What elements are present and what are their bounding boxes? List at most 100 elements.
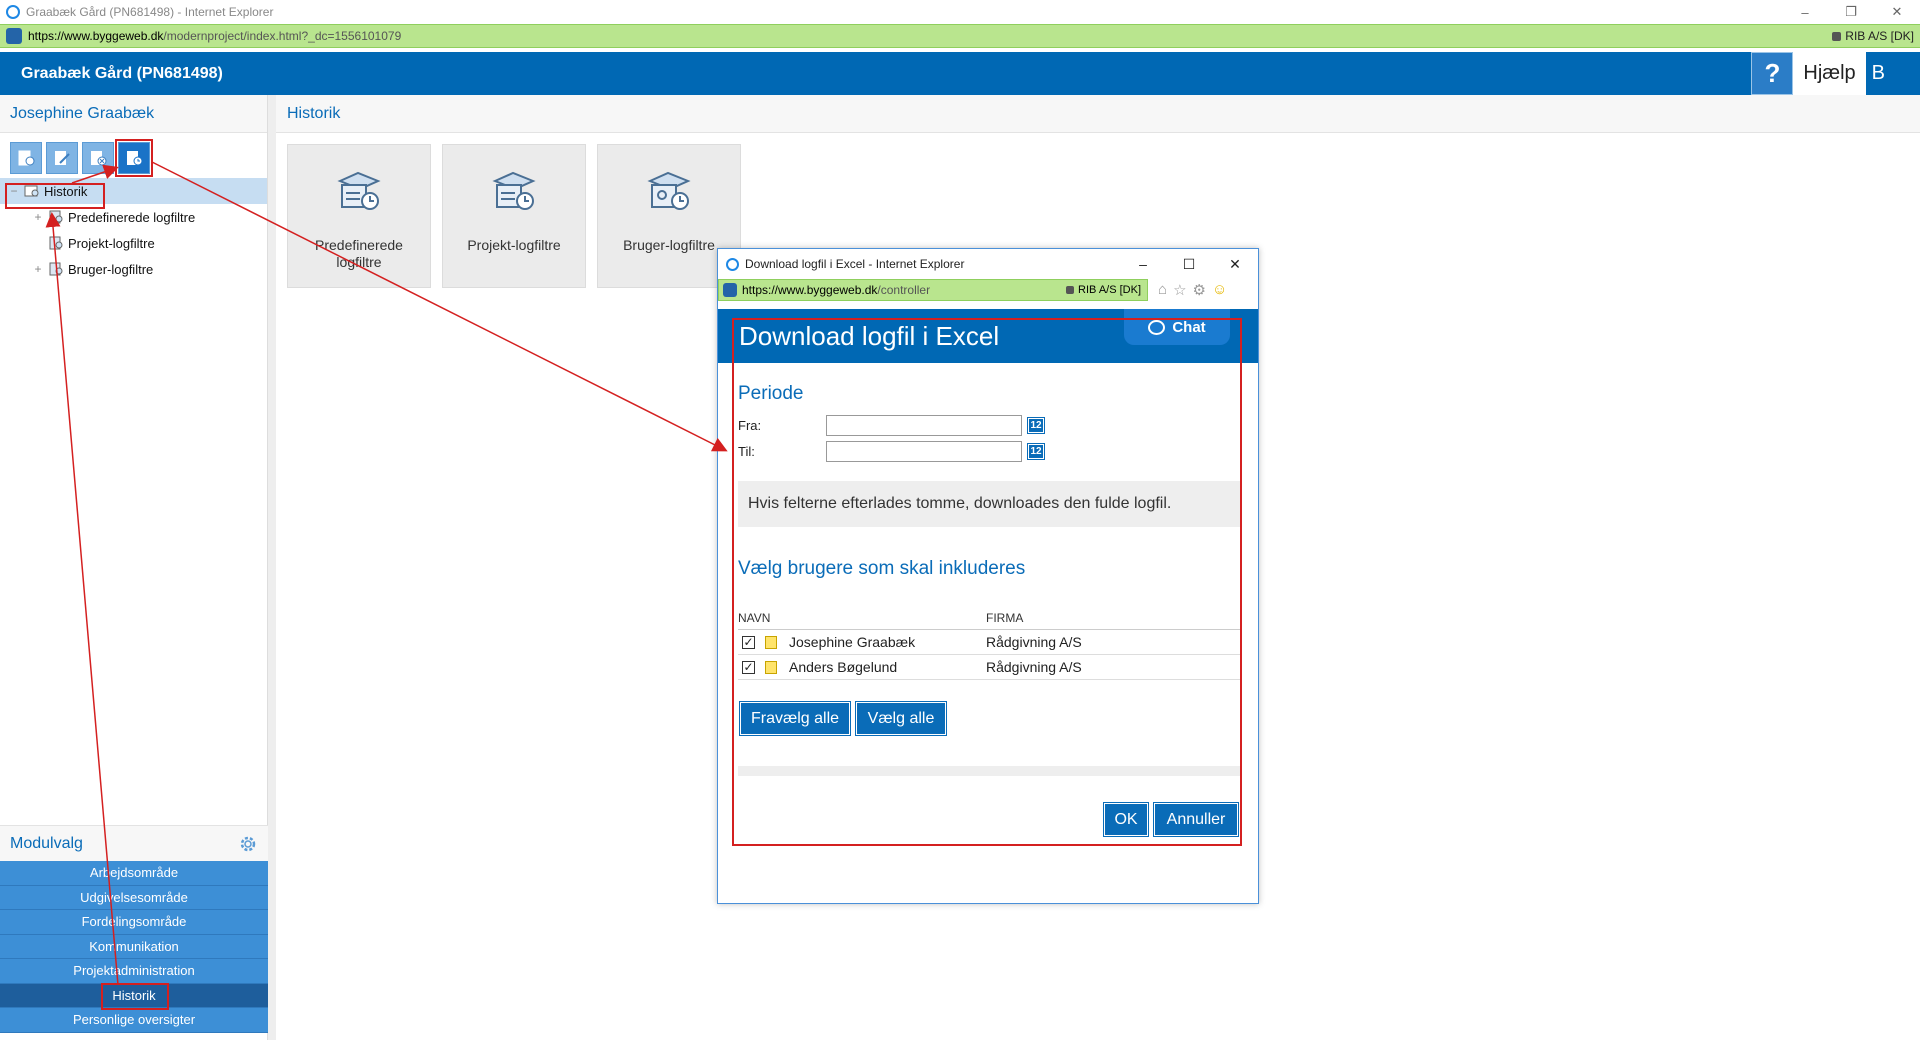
restore-button[interactable]: ❐	[1828, 0, 1874, 24]
collapse-icon[interactable]: −	[8, 184, 20, 198]
tile-label: Projekt-logfiltre	[467, 237, 561, 253]
chat-button[interactable]: Chat	[1124, 309, 1230, 345]
to-row: Til: 12	[738, 438, 1240, 464]
security-indicator[interactable]: RIB A/S [DK]	[1832, 29, 1914, 43]
selection-buttons: Fravælg alle Vælg alle	[738, 701, 1240, 736]
pen-doc-button[interactable]	[46, 142, 78, 174]
settings-icon[interactable]: ⚙	[1193, 281, 1206, 299]
popup-maximize-button[interactable]: ☐	[1166, 249, 1212, 279]
header-trailing-text: B	[1871, 62, 1885, 84]
from-date-input[interactable]	[826, 414, 1022, 436]
minimize-button[interactable]: –	[1782, 0, 1828, 24]
project-title: Graabæk Gård (PN681498)	[21, 64, 223, 82]
expand-icon[interactable]: +	[32, 210, 44, 224]
tree-node-label: Predefinerede logfiltre	[68, 209, 196, 225]
user-name-text: Josephine Graabæk	[789, 634, 916, 650]
address-bar[interactable]: https://www.byggeweb.dk /modernproject/i…	[0, 24, 1920, 48]
popup-minimize-button[interactable]: –	[1120, 249, 1166, 279]
history-doc-icon	[127, 151, 143, 166]
popup-titlebar: Download logfil i Excel - Internet Explo…	[718, 249, 1258, 279]
pen-doc-icon	[55, 151, 70, 165]
expand-icon[interactable]: +	[32, 262, 44, 276]
calendar-icon[interactable]: 12	[1027, 442, 1045, 460]
tile-label: Bruger-logfiltre	[623, 237, 715, 253]
module-panel-title: Modulvalg	[0, 825, 268, 861]
url-path: /modernproject/index.html?_dc=1556101079	[163, 29, 402, 43]
user-checkbox[interactable]: ✓	[742, 660, 755, 674]
gear-icon[interactable]	[238, 834, 258, 854]
url-host: https://www.byggeweb.dk	[28, 29, 164, 43]
help-button[interactable]: Hjælp	[1793, 52, 1866, 95]
user-icon	[765, 635, 777, 649]
user-company-cell: Rådgivning A/S	[986, 634, 1082, 650]
tree-node-projekt[interactable]: Projekt-logfiltre	[0, 230, 267, 256]
popup-url-path: /controller	[877, 283, 931, 297]
window-title: Graabæk Gård (PN681498) - Internet Explo…	[26, 5, 274, 19]
tile-projekt-logfiltre[interactable]: Projekt-logfiltre	[442, 144, 586, 288]
ie-icon	[6, 5, 20, 19]
table-header: NAVN FIRMA	[738, 606, 1240, 630]
browser-titlebar: Graabæk Gård (PN681498) - Internet Explo…	[0, 0, 1920, 24]
to-date-input[interactable]	[826, 440, 1022, 462]
dialog-header: Download logfil i Excel Chat	[718, 309, 1258, 363]
dialog-body: Periode Fra: 12 Til: 12 Hvis felterne ef…	[738, 363, 1240, 776]
from-label: Fra:	[738, 417, 762, 433]
module-button-kommunikation[interactable]: Kommunikation	[0, 934, 268, 959]
close-button[interactable]: ✕	[1874, 0, 1920, 24]
module-button-personlige-oversigter[interactable]: Personlige oversigter	[0, 1008, 268, 1033]
tree-node-label: Projekt-logfiltre	[68, 235, 155, 251]
certificate-label: RIB A/S [DK]	[1845, 29, 1914, 43]
module-button-udgivelsesomraade[interactable]: Udgivelsesområde	[0, 885, 268, 910]
dialog-title: Download logfil i Excel	[739, 320, 1000, 351]
user-filter-icon	[647, 171, 691, 210]
module-button-fordelingsomraade[interactable]: Fordelingsområde	[0, 910, 268, 935]
divider-bar	[738, 766, 1240, 776]
deselect-all-button[interactable]: Fravælg alle	[739, 701, 851, 736]
popup-certificate-label: RIB A/S [DK]	[1078, 284, 1141, 296]
tree-node-bruger[interactable]: + Bruger-logfiltre	[0, 256, 267, 282]
calendar-icon[interactable]: 12	[1027, 416, 1045, 434]
module-button-projektadministration[interactable]: Projektadministration	[0, 959, 268, 984]
left-panel: Josephine Graabæk − Historik + Predefine…	[0, 95, 268, 1040]
select-all-button[interactable]: Vælg alle	[855, 701, 947, 736]
popup-address-bar[interactable]: https://www.byggeweb.dk /controller RIB …	[718, 279, 1148, 301]
user-name: Josephine Graabæk	[0, 95, 267, 133]
history-doc-button[interactable]	[115, 139, 153, 177]
users-table: NAVN FIRMA ✓ Josephine Graabæk Rådgivnin…	[738, 606, 1240, 680]
tile-predefinerede-logfiltre[interactable]: Predefinerede logfiltre	[287, 144, 431, 288]
gear-doc-button[interactable]	[10, 142, 42, 174]
site-logo-icon	[723, 283, 737, 297]
popup-security-indicator[interactable]: RIB A/S [DK]	[1066, 284, 1141, 296]
column-header-name: NAVN	[738, 610, 771, 625]
popup-address-row: https://www.byggeweb.dk /controller RIB …	[718, 279, 1258, 301]
user-company-cell: Rådgivning A/S	[986, 659, 1082, 675]
app-header: Graabæk Gård (PN681498) ? Hjælp B	[0, 52, 1920, 95]
window-controls: – ❐ ✕	[1782, 0, 1920, 24]
cancel-button[interactable]: Annuller	[1153, 802, 1239, 837]
panel-splitter[interactable]	[268, 95, 276, 1040]
table-row[interactable]: ✓ Josephine Graabæk Rådgivning A/S	[738, 630, 1240, 655]
users-title: Vælg brugere som skal inkluderes	[738, 558, 1026, 579]
tree-node-label: Historik	[44, 183, 88, 199]
cancel-doc-button[interactable]	[82, 142, 114, 174]
filter-node-icon	[49, 236, 63, 250]
column-header-company: FIRMA	[986, 610, 1024, 625]
site-logo-icon	[6, 28, 22, 44]
user-checkbox[interactable]: ✓	[742, 635, 755, 649]
table-row[interactable]: ✓ Anders Bøgelund Rådgivning A/S	[738, 655, 1240, 680]
help-area: ? Hjælp B	[1751, 52, 1885, 95]
smiley-icon[interactable]: ☺	[1212, 281, 1227, 299]
module-button-historik[interactable]: Historik	[0, 983, 268, 1008]
ok-button[interactable]: OK	[1103, 802, 1149, 837]
star-icon[interactable]: ☆	[1173, 281, 1186, 299]
lock-icon	[1066, 286, 1075, 294]
gear-doc-icon	[18, 150, 35, 166]
main-title: Historik	[276, 95, 1920, 133]
tree-node-predefinerede[interactable]: + Predefinerede logfiltre	[0, 204, 267, 230]
home-icon[interactable]: ⌂	[1158, 281, 1167, 299]
popup-url-host: https://www.byggeweb.dk	[742, 283, 878, 297]
help-icon[interactable]: ?	[1751, 52, 1794, 95]
tree-node-historik[interactable]: − Historik	[0, 178, 267, 204]
popup-close-button[interactable]: ✕	[1212, 249, 1258, 279]
module-button-arbejdsomraade[interactable]: Arbejdsområde	[0, 861, 268, 886]
